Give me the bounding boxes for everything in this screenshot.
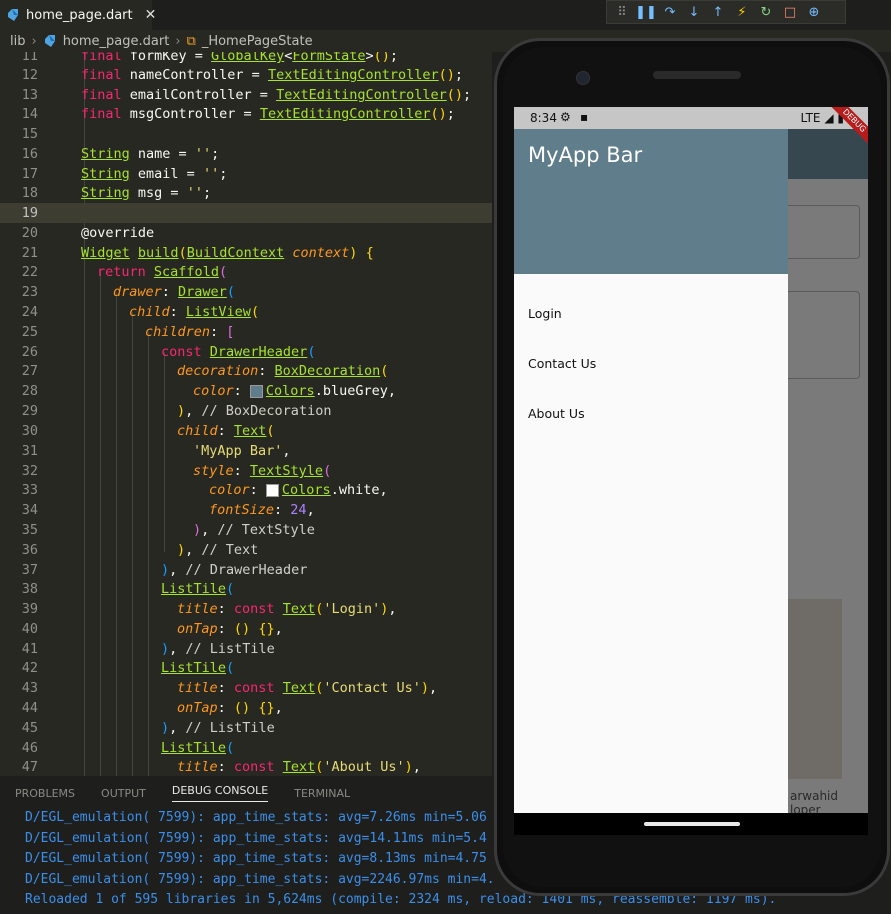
sim-card-icon: ▪ (580, 110, 589, 124)
code-line: 40 onTap: () {}, (21, 621, 283, 637)
console-line: D/EGL_emulation( 7599): app_time_stats: … (25, 831, 487, 846)
code-line: 18 String msg = ''; (21, 185, 212, 201)
code-line: 11 final formKey = GlobalKey<FormState>()… (21, 52, 399, 64)
code-line: 26 const DrawerHeader( (21, 344, 316, 360)
phone-screen[interactable]: arwahid loper 8:34 ⚙ ▪ LTE ◢ ▮ DEBUG MyAp… (514, 107, 868, 813)
debug-toolbar: ⠿ ❚❚ ↷ ↓ ↑ ⚡ ↻ □ ⊕ (606, 0, 846, 24)
background-image (788, 599, 842, 779)
code-line-current: 19 (0, 203, 492, 223)
code-line: 43 title: const Text('Contact Us'), (21, 680, 438, 696)
code-line: 41), // ListTile (21, 641, 275, 657)
editor-tab-bar: home_page.dart ✕ ⠿ ❚❚ ↷ ↓ ↑ ⚡ ↻ □ ⊕ (0, 0, 891, 30)
breadcrumb-file[interactable]: home_page.dart (63, 34, 170, 49)
code-line: 22 return Scaffold( (21, 264, 228, 280)
pause-icon[interactable]: ❚❚ (635, 5, 657, 20)
drawer-item-contact-us[interactable]: Contact Us (514, 339, 788, 389)
code-line: 44 onTap: () {}, (21, 700, 283, 716)
code-line: 32 style: TextStyle( (21, 463, 332, 479)
background-caption: arwahid loper (790, 789, 839, 813)
code-line: 12 final nameController = TextEditingCont… (21, 67, 464, 83)
inspect-icon[interactable]: ⊕ (807, 5, 821, 20)
code-line: 42 ListTile( (21, 660, 235, 676)
code-line: 16 String name = ''; (21, 146, 220, 162)
code-line: 15 (21, 126, 38, 142)
console-line: D/EGL_emulation( 7599): app_time_stats: … (25, 810, 487, 825)
tab-label: home_page.dart (26, 7, 133, 23)
color-swatch[interactable] (249, 384, 263, 398)
code-editor[interactable]: 11 final formKey = GlobalKey<FormState>()… (0, 52, 492, 776)
drawer-item-login[interactable]: Login (514, 289, 788, 339)
code-line: 46 ListTile( (21, 740, 235, 756)
code-line: 27 decoration: BoxDecoration( (21, 363, 389, 379)
console-line: D/EGL_emulation( 7599): app_time_stats: … (25, 851, 487, 866)
code-line: 21 Widget build(BuildContext context) { (21, 245, 374, 261)
code-line: 34 fontSize: 24, (21, 502, 315, 518)
step-over-icon[interactable]: ↷ (663, 5, 677, 20)
code-line: 23 drawer: Drawer( (21, 284, 235, 300)
code-line: 13 final emailController = TextEditingCon… (21, 87, 472, 103)
tab-problems[interactable]: PROBLEMS (15, 787, 75, 800)
color-swatch[interactable] (265, 483, 279, 497)
chevron-right-icon: › (31, 33, 37, 49)
status-time: 8:34 (530, 111, 557, 125)
close-icon[interactable]: ✕ (145, 7, 157, 23)
chevron-right-icon: › (175, 33, 181, 49)
stop-icon[interactable]: □ (783, 5, 797, 20)
hot-reload-icon[interactable]: ⚡ (735, 5, 749, 20)
code-line: 31 'MyApp Bar', (21, 443, 291, 459)
drawer-title: MyApp Bar (528, 143, 643, 167)
status-bar: 8:34 ⚙ ▪ LTE ◢ ▮ (514, 107, 868, 129)
tab-output[interactable]: OUTPUT (101, 787, 146, 800)
signal-icon: ◢ (824, 111, 834, 125)
tab-home-page-dart[interactable]: home_page.dart ✕ (0, 0, 156, 30)
console-line: D/EGL_emulation( 7599): app_time_stats: … (25, 872, 495, 887)
code-line: 28 color: Colors.blueGrey, (21, 383, 396, 399)
code-line: 37), // DrawerHeader (21, 562, 308, 578)
drawer-header: MyApp Bar (514, 129, 788, 274)
step-into-icon[interactable]: ↓ (687, 5, 701, 20)
camera-icon (576, 71, 590, 85)
tab-terminal[interactable]: TERMINAL (294, 787, 350, 800)
dart-file-icon (43, 34, 57, 48)
code-line: 30 child: Text( (21, 423, 275, 439)
code-line: 38 ListTile( (21, 581, 235, 597)
tab-debug-console[interactable]: DEBUG CONSOLE (171, 784, 269, 802)
class-symbol-icon: ⧉ (186, 33, 196, 49)
code-line: 29), // BoxDecoration (21, 403, 332, 419)
code-line: 33 color: Colors.white, (21, 482, 388, 498)
code-line: 45), // ListTile (21, 720, 275, 736)
breadcrumb-root[interactable]: lib (10, 34, 25, 49)
code-line: 24 child: ListView( (21, 304, 260, 320)
home-indicator[interactable] (644, 822, 740, 826)
settings-icon: ⚙ (560, 110, 571, 124)
code-line: 47 title: const Text('About Us'), (21, 759, 421, 775)
code-line: 17 String email = ''; (21, 166, 228, 182)
step-out-icon[interactable]: ↑ (711, 5, 725, 20)
breadcrumb-symbol[interactable]: _HomePageState (202, 34, 313, 49)
code-line: 35), // TextStyle (21, 522, 315, 538)
code-line: 14 final msgController = TextEditingContr… (21, 106, 455, 122)
drawer-item-about-us[interactable]: About Us (514, 389, 788, 439)
dart-file-icon (6, 8, 20, 22)
navigation-drawer: MyApp Bar Login Contact Us About Us (514, 129, 788, 813)
drag-handle-icon[interactable]: ⠿ (615, 5, 629, 20)
code-line: 25 children: [ (21, 324, 235, 340)
code-line: 20 @override (21, 225, 155, 241)
code-line: 39 title: const Text('Login'), (21, 601, 397, 617)
restart-icon[interactable]: ↻ (759, 5, 773, 20)
speaker-grille (653, 71, 741, 79)
code-line: 36), // Text (21, 542, 259, 558)
system-nav-bar (514, 813, 868, 835)
